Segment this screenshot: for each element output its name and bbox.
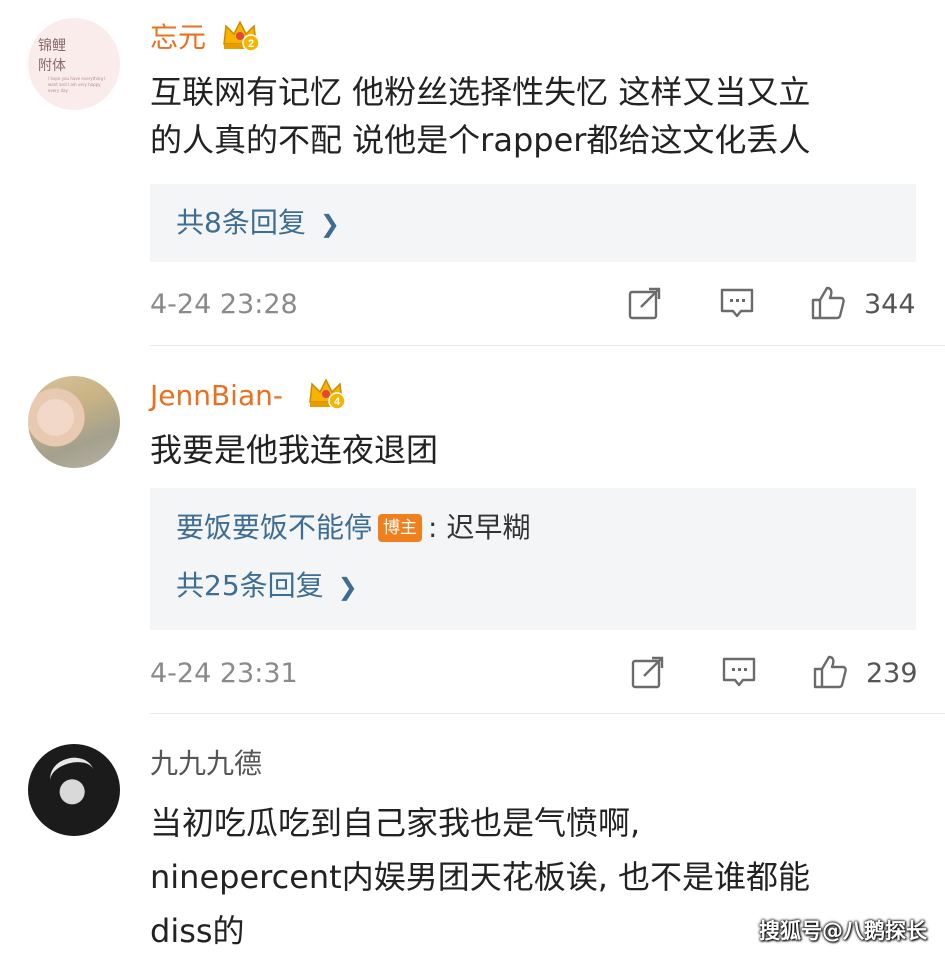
repost-icon[interactable] <box>627 285 663 321</box>
action-bar: 4-24 23:28 344 <box>0 285 945 325</box>
reply-colon: : <box>428 511 438 544</box>
like-count: 344 <box>864 289 916 320</box>
avatar-text: 锦鲤 附体 <box>38 38 66 74</box>
more-replies-link[interactable]: 共8条回复 ❯ <box>176 205 340 242</box>
like-icon[interactable] <box>810 285 846 321</box>
more-replies-label: 共8条回复 <box>176 206 306 239</box>
comment-icon[interactable] <box>719 285 755 321</box>
more-replies-label: 共25条回复 <box>176 569 324 602</box>
chevron-right-icon: ❯ <box>337 573 358 601</box>
timestamp: 4-24 23:31 <box>150 658 298 689</box>
username[interactable]: 忘元 <box>150 20 206 56</box>
reply-box[interactable]: 要饭要饭不能停 博主: 迟早糊 共25条回复 ❯ <box>150 488 916 630</box>
reply-box[interactable]: 共8条回复 ❯ <box>150 184 916 262</box>
comment-item: 锦鲤 附体 I hope you have everything I want … <box>0 0 945 345</box>
chevron-right-icon: ❯ <box>319 210 340 238</box>
comment-text: 我要是他我连夜退团 <box>150 431 439 469</box>
crown-icon: 2 <box>223 20 260 52</box>
comment-item: JennBian- 4 我要是他我连夜退团 要饭要饭不能停 博主: 迟早糊 共25… <box>0 346 945 713</box>
like-icon[interactable] <box>812 654 848 690</box>
reply-text: 迟早糊 <box>446 511 531 544</box>
comment-text: 互联网有记忆 他粉丝选择性失忆 这样又当又立 的人真的不配 说他是个rapper… <box>150 73 811 159</box>
avatar-fine-text: I hope you have everything I want and I … <box>48 76 106 93</box>
like-count: 239 <box>866 658 918 689</box>
crown-icon: 4 <box>309 378 346 410</box>
repost-icon[interactable] <box>630 654 666 690</box>
crown-level: 2 <box>248 38 254 50</box>
avatar[interactable] <box>28 744 120 836</box>
watermark: 搜狐号@八鹅探长 <box>759 919 927 943</box>
crown-level: 4 <box>334 396 341 408</box>
reply-preview[interactable]: 要饭要饭不能停 博主: 迟早糊 <box>176 510 530 546</box>
username[interactable]: 九九九德 <box>150 746 262 782</box>
blogger-badge: 博主 <box>378 514 423 542</box>
action-bar: 4-24 23:31 239 <box>0 654 945 694</box>
avatar[interactable]: 锦鲤 附体 I hope you have everything I want … <box>28 18 120 110</box>
timestamp: 4-24 23:28 <box>150 289 298 320</box>
comment-icon[interactable] <box>721 654 757 690</box>
more-replies-link[interactable]: 共25条回复 ❯ <box>176 568 358 605</box>
avatar[interactable] <box>28 376 120 468</box>
username[interactable]: JennBian- <box>150 378 283 414</box>
reply-user[interactable]: 要饭要饭不能停 <box>176 511 372 544</box>
